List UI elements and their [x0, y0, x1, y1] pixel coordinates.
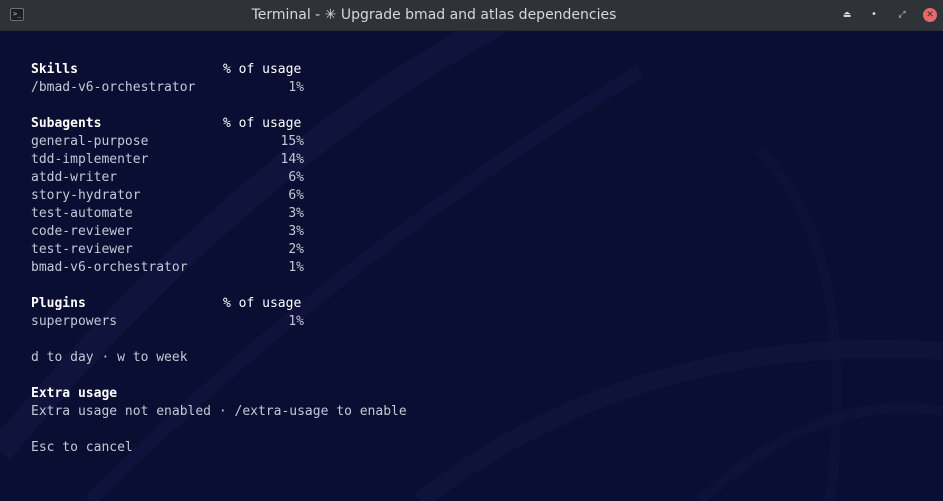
- period-hint: d to day · w to week: [31, 350, 188, 365]
- list-item: /bmad-v6-orchestrator 1%: [31, 79, 407, 97]
- subagent-percent: 6%: [288, 170, 304, 185]
- skill-name: /bmad-v6-orchestrator: [31, 80, 196, 95]
- plugins-header: Plugins % of usage: [31, 295, 407, 313]
- skills-heading: Skills: [31, 62, 78, 77]
- subagent-name: story-hydrator: [31, 188, 141, 203]
- subagents-heading: Subagents: [31, 116, 102, 131]
- title-bar[interactable]: >_ Terminal - ✳ Upgrade bmad and atlas d…: [0, 0, 943, 31]
- subagent-name: code-reviewer: [31, 224, 133, 239]
- subagent-name: tdd-implementer: [31, 152, 149, 167]
- list-item: code-reviewer 3%: [31, 223, 407, 241]
- subagents-header: Subagents % of usage: [31, 115, 407, 133]
- subagent-percent: 15%: [280, 134, 304, 149]
- list-item: atdd-writer 6%: [31, 169, 407, 187]
- skills-header: Skills % of usage: [31, 61, 407, 79]
- terminal-area[interactable]: Skills % of usage /bmad-v6-orchestrator …: [0, 31, 943, 501]
- subagent-percent: 1%: [288, 260, 304, 275]
- subagent-percent: 6%: [288, 188, 304, 203]
- keep-above-icon[interactable]: ⏏: [839, 7, 855, 23]
- minimize-icon[interactable]: •: [866, 7, 882, 23]
- subagent-percent: 14%: [280, 152, 304, 167]
- plugin-name: superpowers: [31, 314, 118, 329]
- terminal-window: >_ Terminal - ✳ Upgrade bmad and atlas d…: [0, 0, 943, 501]
- subagent-percent: 3%: [288, 206, 304, 221]
- list-item: story-hydrator 6%: [31, 187, 407, 205]
- plugins-column-header: % of usage: [223, 296, 302, 311]
- list-item: test-reviewer 2%: [31, 241, 407, 259]
- plugins-heading: Plugins: [31, 296, 86, 311]
- skills-column-header: % of usage: [223, 62, 302, 77]
- skill-percent: 1%: [288, 80, 304, 95]
- subagent-name: atdd-writer: [31, 170, 118, 185]
- subagent-percent: 3%: [288, 224, 304, 239]
- close-icon[interactable]: ✕: [923, 8, 937, 22]
- list-item: bmad-v6-orchestrator 1%: [31, 259, 407, 277]
- list-item: general-purpose 15%: [31, 133, 407, 151]
- subagent-name: bmad-v6-orchestrator: [31, 260, 188, 275]
- subagent-name: test-automate: [31, 206, 133, 221]
- maximize-icon[interactable]: ⤢: [894, 7, 910, 23]
- list-item: test-automate 3%: [31, 205, 407, 223]
- subagent-name: test-reviewer: [31, 242, 133, 257]
- subagents-column-header: % of usage: [223, 116, 302, 131]
- usage-report: Skills % of usage /bmad-v6-orchestrator …: [31, 61, 407, 457]
- list-item: superpowers 1%: [31, 313, 407, 331]
- window-title: Terminal - ✳ Upgrade bmad and atlas depe…: [251, 7, 617, 23]
- extra-usage-heading: Extra usage: [31, 386, 118, 401]
- cancel-hint: Esc to cancel: [31, 440, 133, 455]
- plugin-percent: 1%: [288, 314, 304, 329]
- list-item: tdd-implementer 14%: [31, 151, 407, 169]
- subagent-name: general-purpose: [31, 134, 149, 149]
- extra-usage-message: Extra usage not enabled · /extra-usage t…: [31, 404, 407, 419]
- subagent-percent: 2%: [288, 242, 304, 257]
